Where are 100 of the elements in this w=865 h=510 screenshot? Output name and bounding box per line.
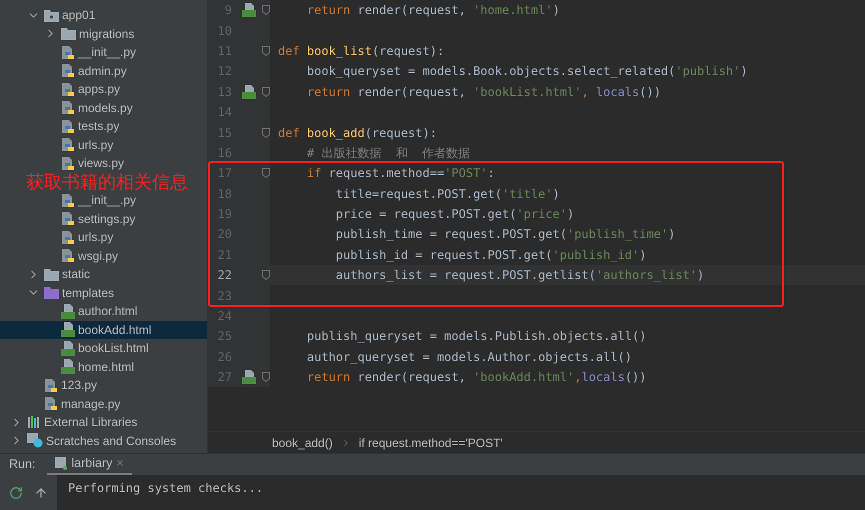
html-file-icon: [61, 322, 75, 338]
python-file-icon: [44, 396, 58, 412]
python-file-icon: [61, 82, 75, 97]
tree-item-label: urls.py: [78, 136, 114, 154]
tree-item[interactable]: 123.py: [0, 376, 207, 394]
tree-item[interactable]: 获取书籍的相关信息: [0, 172, 207, 191]
python-file-icon: [61, 211, 75, 226]
tree-item[interactable]: urls.py: [0, 136, 207, 154]
code-line: return render(request, 'home.html'): [306, 2, 560, 20]
tree-item[interactable]: bookList.html: [0, 339, 207, 358]
fold-marker-icon[interactable]: [262, 168, 270, 178]
folder-icon: [44, 8, 59, 22]
breadcrumb[interactable]: book_add(): [272, 434, 333, 452]
tree-item[interactable]: wsgi.py: [0, 246, 207, 265]
code-line: price = request.POST.get('price'): [334, 206, 574, 224]
code-line: book_queryset = models.Book.objects.select_related('publish'): [306, 63, 748, 80]
run-label: Run:: [9, 456, 36, 474]
tree-item[interactable]: manage.py: [0, 394, 207, 413]
tree-item-label: manage.py: [61, 396, 120, 413]
tree-item-label: home.html: [78, 358, 134, 376]
fold-marker-icon[interactable]: [262, 372, 270, 382]
tree-item-label: __init__.py: [78, 192, 136, 210]
tree-item[interactable]: models.py: [0, 98, 207, 117]
python-file-icon: [61, 230, 75, 245]
fold-marker-icon[interactable]: [262, 86, 270, 97]
library-icon: [27, 415, 41, 430]
python-file-icon: [44, 378, 58, 393]
python-file-icon: [61, 192, 75, 208]
line-number: 22: [216, 267, 232, 284]
tree-item-label: urls.py: [78, 229, 114, 246]
html-file-icon: [61, 304, 75, 319]
fold-marker-icon[interactable]: [262, 128, 270, 138]
tree-item[interactable]: __init__.py: [0, 43, 207, 62]
tree-item[interactable]: bookAdd.html: [0, 320, 207, 339]
tree-item[interactable]: apps.py: [0, 80, 207, 98]
tree-item[interactable]: Scratches and Consoles: [0, 432, 207, 450]
tree-item-label: migrations: [79, 26, 134, 43]
html-gutter-icon[interactable]: [242, 3, 256, 18]
tree-item-label: templates: [62, 284, 114, 302]
tree-item-label: settings.py: [78, 210, 136, 228]
code-line: return render(request, 'bookAdd.html',locals()): [306, 369, 647, 386]
tree-item-label: bookList.html: [78, 340, 149, 358]
tree-item[interactable]: migrations: [0, 24, 207, 43]
fold-marker-icon[interactable]: [262, 46, 270, 56]
html-gutter-icon[interactable]: [242, 84, 256, 99]
python-file-icon: [61, 137, 75, 152]
html-file-icon: [61, 340, 75, 356]
tree-item[interactable]: static: [0, 265, 207, 284]
rerun-icon[interactable]: [9, 486, 24, 500]
html-gutter-icon[interactable]: [242, 370, 256, 384]
folder-icon: [44, 268, 59, 281]
code-line: if request.method=='POST':: [306, 165, 495, 182]
tree-item[interactable]: tests.py: [0, 117, 207, 136]
scratch-console-icon: [27, 433, 43, 448]
python-file-icon: [61, 100, 75, 116]
code-line: def book_list(request):: [277, 42, 444, 60]
tree-item[interactable]: settings.py: [0, 210, 207, 228]
tree-item-label: models.py: [78, 100, 133, 117]
tree-item[interactable]: app01: [0, 6, 207, 24]
code-line: authors_list = request.POST.getlist('authors_list'): [334, 267, 704, 284]
django-run-icon: [55, 457, 68, 470]
html-file-icon: [61, 359, 75, 374]
tree-item-label: bookAdd.html: [78, 322, 152, 339]
tree-item-label: views.py: [78, 155, 124, 172]
python-file-icon: [61, 156, 75, 171]
code-line: # 出版社数据 和 作者数据: [306, 144, 470, 162]
fold-marker-icon[interactable]: [262, 5, 270, 16]
tree-item-label: Scratches and Consoles: [46, 432, 176, 450]
tree-item[interactable]: views.py: [0, 154, 207, 172]
code-line: publish_time = request.POST.get('publish_time'): [334, 226, 676, 244]
tree-item[interactable]: External Libraries: [0, 413, 207, 432]
tree-item-label: author.html: [78, 303, 138, 320]
python-file-icon: [61, 44, 75, 60]
tree-item[interactable]: author.html: [0, 302, 207, 320]
fold-marker-icon[interactable]: [262, 270, 270, 280]
code-line: publish_id = request.POST.get('publish_id'): [334, 246, 646, 264]
scroll-up-icon[interactable]: [34, 486, 48, 500]
code-line: author_queryset = models.Author.objects.all(): [306, 348, 632, 366]
console-output: Performing system checks...: [68, 481, 264, 495]
code-line: return render(request, 'bookList.html', locals()): [306, 84, 661, 101]
python-file-icon: [61, 118, 75, 134]
folder-icon: [61, 27, 76, 40]
python-file-icon: [61, 248, 75, 264]
tree-item[interactable]: __init__.py: [0, 191, 207, 210]
folder-icon: [44, 286, 59, 300]
tree-item-label: 123.py: [61, 377, 98, 394]
tree-item-label: External Libraries: [44, 414, 138, 432]
breadcrumb[interactable]: if request.method=='POST': [358, 434, 503, 452]
tree-item[interactable]: urls.py: [0, 228, 207, 246]
tree-item[interactable]: admin.py: [0, 62, 207, 80]
code-line: def book_add(request):: [277, 124, 437, 142]
annotation-text: 获取书籍的相关信息: [26, 172, 188, 191]
code-line: publish_queryset = models.Publish.objects.all(): [306, 328, 646, 346]
tree-item[interactable]: templates: [0, 284, 207, 302]
tree-item-label: wsgi.py: [78, 248, 118, 265]
tree-item[interactable]: home.html: [0, 358, 207, 376]
tree-item-label: apps.py: [78, 81, 120, 98]
tree-item-label: __init__.py: [78, 44, 136, 62]
python-file-icon: [61, 63, 75, 78]
tree-item-label: tests.py: [78, 118, 120, 136]
